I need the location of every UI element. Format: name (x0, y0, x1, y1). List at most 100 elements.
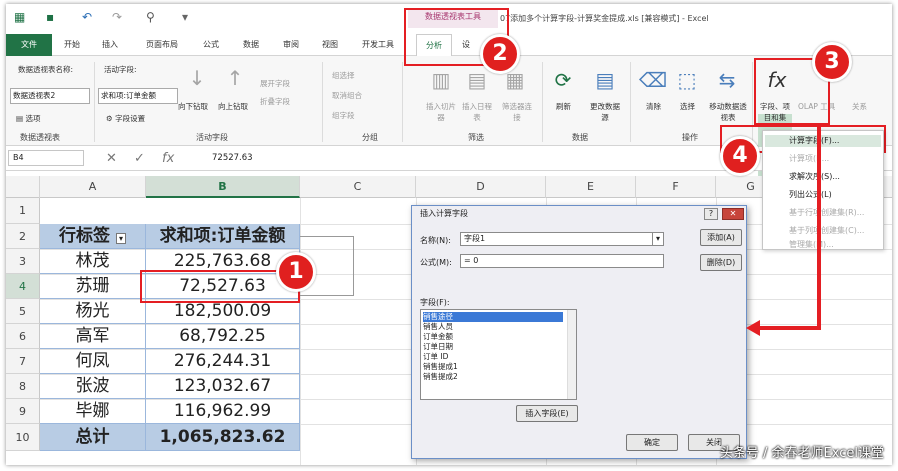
help-icon[interactable]: ? (704, 208, 718, 220)
menu-item-manage-sets[interactable]: 管理集(M)... (789, 239, 834, 250)
list-item[interactable]: 销售提成1 (423, 362, 458, 372)
pivot-row-label[interactable]: 何凤 (40, 349, 146, 374)
select-icon[interactable]: ⬚ (672, 68, 702, 92)
pivot-row-label[interactable]: 高军 (40, 324, 146, 349)
delete-button[interactable]: 删除(D) (700, 254, 742, 271)
undo-icon[interactable]: ↶ (82, 10, 92, 24)
column-header-a[interactable]: A (40, 176, 146, 198)
insert-field-button[interactable]: 插入字段(E) (516, 405, 578, 422)
refresh-icon[interactable]: ⟳ (548, 68, 578, 92)
list-item[interactable]: 订单 ID (423, 352, 448, 362)
pivot-name-input[interactable]: 数据透视表2 (10, 88, 90, 104)
pivot-value-cell[interactable]: 123,032.67 (146, 374, 300, 399)
name-dropdown-icon[interactable]: ▾ (652, 232, 664, 246)
pivot-value-cell[interactable]: 68,792.25 (146, 324, 300, 349)
row-header[interactable]: 5 (6, 299, 40, 324)
pivot-row-label[interactable]: 苏珊 (40, 274, 146, 299)
pivot-row-label[interactable]: 毕娜 (40, 399, 146, 424)
row-header[interactable]: 7 (6, 349, 40, 374)
expand-field-button[interactable]: 展开字段 (260, 78, 290, 89)
row-header[interactable]: 1 (6, 198, 40, 224)
row-header[interactable]: 4 (6, 274, 40, 299)
connector-line-horizontal (758, 326, 821, 330)
close-icon[interactable]: ✕ (722, 208, 744, 220)
menu-item-calculated-item[interactable]: 计算项(I)... (789, 153, 829, 164)
drill-down-icon[interactable]: ↓ (182, 66, 212, 90)
tab-developer[interactable]: 开发工具 (362, 34, 394, 56)
filter-dropdown-icon[interactable]: ▾ (115, 233, 126, 244)
insert-slicer-icon[interactable]: ▥ (426, 68, 456, 92)
list-item[interactable]: 订单日期 (423, 342, 453, 352)
menu-item-solve-order[interactable]: 求解次序(S)... (789, 171, 840, 182)
group-label-active: 活动字段 (196, 133, 228, 142)
tab-home[interactable]: 开始 (64, 34, 80, 56)
formula-input[interactable]: = 0 (460, 254, 664, 268)
options-button[interactable]: ▤ 选项 (16, 113, 40, 124)
row-header[interactable]: 2 (6, 224, 40, 249)
pivot-row-label[interactable]: 林茂 (40, 249, 146, 274)
fields-list[interactable]: 销售途径 销售人员 订单金额 订单日期 订单 ID 销售提成1 销售提成2 (420, 309, 577, 400)
relationships-button[interactable]: 关系 (852, 101, 867, 112)
row-header[interactable]: 6 (6, 324, 40, 349)
change-source-icon[interactable]: ▤ (590, 68, 620, 92)
tab-review[interactable]: 审阅 (283, 34, 299, 56)
list-item[interactable]: 订单金额 (423, 332, 453, 342)
tab-view[interactable]: 视图 (322, 34, 338, 56)
insert-timeline-icon[interactable]: ▤ (462, 68, 492, 92)
pivot-row-label[interactable]: 杨光 (40, 299, 146, 324)
save-icon[interactable]: ▪ (46, 10, 54, 24)
column-header-c[interactable]: C (300, 176, 416, 198)
tab-file[interactable]: 文件 (6, 34, 52, 56)
row-header[interactable]: 9 (6, 399, 40, 424)
fields-items-sets-menu: 计算字段(F)... 计算项(I)... 求解次序(S)... 列出公式(L) … (762, 130, 884, 250)
formula-input[interactable]: 72527.63 (212, 153, 253, 163)
pivot-value-header[interactable]: 求和项:订单金额 (146, 224, 300, 249)
divider (94, 62, 95, 142)
pivot-row-label[interactable]: 张波 (40, 374, 146, 399)
quick-access-icon[interactable]: ⚲ (146, 10, 155, 24)
menu-item-create-set-columns[interactable]: 基于列项创建集(C)... (789, 225, 864, 236)
field-settings-button[interactable]: ⚙ 字段设置 (106, 113, 145, 124)
add-button[interactable]: 添加(A) (700, 229, 742, 246)
row-header[interactable]: 3 (6, 249, 40, 274)
grand-total-label[interactable]: 总计 (40, 424, 146, 451)
tab-formulas[interactable]: 公式 (203, 34, 219, 56)
list-item[interactable]: 销售提成2 (423, 372, 458, 382)
menu-item-create-set-rows[interactable]: 基于行项创建集(R)... (789, 207, 864, 218)
list-item[interactable]: 销售人员 (423, 322, 453, 332)
active-field-input[interactable]: 求和项:订单金额 (98, 88, 178, 104)
drill-up-icon[interactable]: ↑ (220, 66, 250, 90)
list-scrollbar[interactable] (567, 310, 576, 399)
pivot-value-cell[interactable]: 116,962.99 (146, 399, 300, 424)
menu-item-calculated-field[interactable]: 计算字段(F)... (789, 135, 839, 146)
column-header-f[interactable]: F (636, 176, 716, 198)
menu-item-list-formulas[interactable]: 列出公式(L) (789, 189, 832, 200)
column-header-b[interactable]: B (146, 176, 300, 198)
name-box[interactable]: B4 (8, 150, 84, 166)
pivot-row-labels-header[interactable]: 行标签 ▾ (40, 224, 146, 249)
list-item[interactable]: 销售途径 (423, 312, 563, 322)
ok-button[interactable]: 确定 (626, 434, 678, 451)
tab-insert[interactable]: 插入 (102, 34, 118, 56)
insert-function-icon[interactable]: fx (162, 151, 174, 166)
column-header-d[interactable]: D (416, 176, 546, 198)
collapse-field-button[interactable]: 折叠字段 (260, 96, 290, 107)
enter-icon[interactable]: ✓ (134, 151, 145, 166)
name-input[interactable]: 字段1 (460, 232, 664, 246)
column-header-e[interactable]: E (546, 176, 636, 198)
group-field-button[interactable]: 组字段 (332, 110, 355, 121)
tab-page-layout[interactable]: 页面布局 (146, 34, 178, 56)
tab-data[interactable]: 数据 (243, 34, 259, 56)
move-pivot-icon[interactable]: ⇆ (712, 68, 742, 92)
group-selection-button[interactable]: 组选择 (332, 70, 355, 81)
select-all-corner[interactable] (6, 176, 40, 198)
row-header[interactable]: 8 (6, 374, 40, 399)
customize-qat-icon[interactable]: ▾ (182, 10, 188, 24)
clear-icon[interactable]: ⌫ (638, 68, 668, 92)
pivot-value-cell[interactable]: 276,244.31 (146, 349, 300, 374)
grand-total-value[interactable]: 1,065,823.62 (146, 424, 300, 451)
row-header[interactable]: 10 (6, 424, 40, 451)
ungroup-button[interactable]: 取消组合 (332, 90, 362, 101)
cancel-icon[interactable]: ✕ (106, 151, 117, 166)
redo-icon[interactable]: ↷ (112, 10, 122, 24)
